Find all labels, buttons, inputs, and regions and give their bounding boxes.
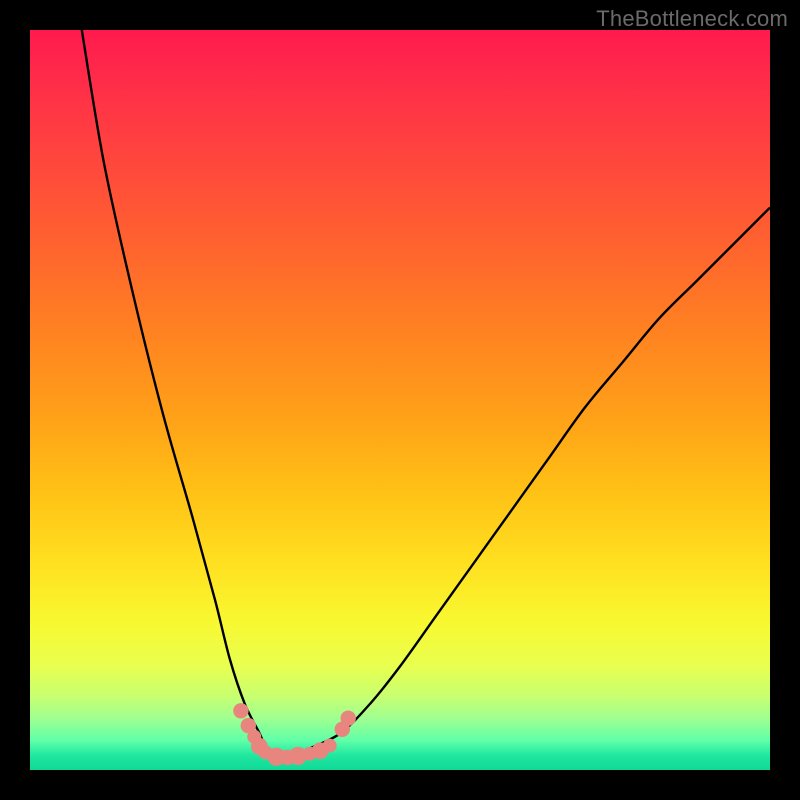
bottleneck-curve bbox=[82, 30, 770, 756]
curve-markers bbox=[233, 703, 356, 766]
curve-svg bbox=[30, 30, 770, 770]
data-point bbox=[233, 703, 248, 718]
plot-area bbox=[30, 30, 770, 770]
data-point bbox=[323, 739, 337, 753]
watermark-text: TheBottleneck.com bbox=[596, 6, 788, 32]
chart-frame: TheBottleneck.com bbox=[0, 0, 800, 800]
data-point bbox=[341, 711, 356, 726]
